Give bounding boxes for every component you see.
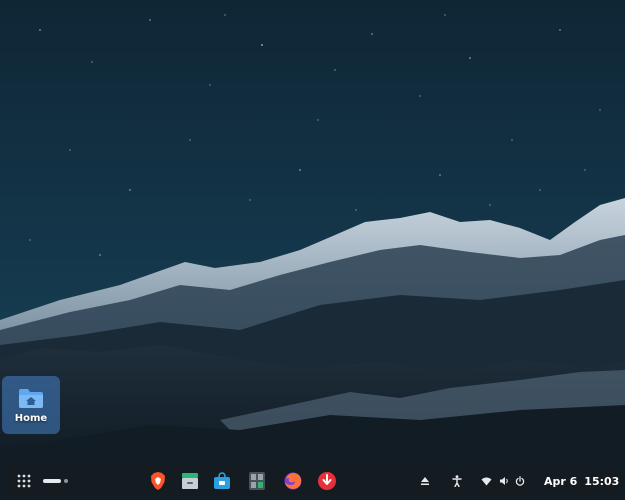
power-icon: [515, 476, 525, 486]
download-arrow-icon: [318, 472, 336, 490]
dock: Apr 6 15:03: [4, 466, 621, 496]
accessibility-button[interactable]: [448, 466, 466, 496]
app-grid-icon: [17, 474, 31, 488]
dock-app-calculator[interactable]: [244, 466, 270, 496]
file-cabinet-icon: [182, 473, 198, 489]
dock-app-firefox[interactable]: [280, 466, 306, 496]
workspace-indicator[interactable]: [38, 466, 74, 496]
wallpaper: [0, 0, 625, 500]
dock-app-brave[interactable]: [145, 466, 171, 496]
dock-app-files[interactable]: [177, 466, 203, 496]
desktop-icon-home[interactable]: Home: [2, 376, 60, 434]
folder-home-icon: [19, 388, 43, 408]
eject-icon: [421, 477, 429, 485]
firefox-icon: [284, 472, 302, 490]
clock-time: 15:03: [584, 474, 620, 488]
shopping-bag-icon: [214, 472, 230, 489]
calculator-icon: [249, 472, 265, 490]
brave-lion-icon: [151, 472, 165, 490]
speaker-icon: [499, 477, 508, 485]
clock[interactable]: Apr 6 15:03: [544, 466, 619, 496]
clock-date: Apr 6: [544, 474, 578, 488]
network-status[interactable]: [478, 466, 494, 496]
app-grid-button[interactable]: [10, 466, 38, 496]
dock-app-store[interactable]: [209, 466, 235, 496]
wifi-icon: [481, 477, 491, 485]
dock-app-downloader[interactable]: [314, 466, 340, 496]
desktop: Home Apr 6 15:03: [0, 0, 625, 500]
desktop-icon-label: Home: [14, 412, 48, 424]
accessibility-icon: [452, 475, 462, 487]
volume-status[interactable]: [496, 466, 512, 496]
workspace-dots-icon: [43, 479, 68, 483]
eject-button[interactable]: [416, 466, 434, 496]
power-button[interactable]: [512, 466, 528, 496]
